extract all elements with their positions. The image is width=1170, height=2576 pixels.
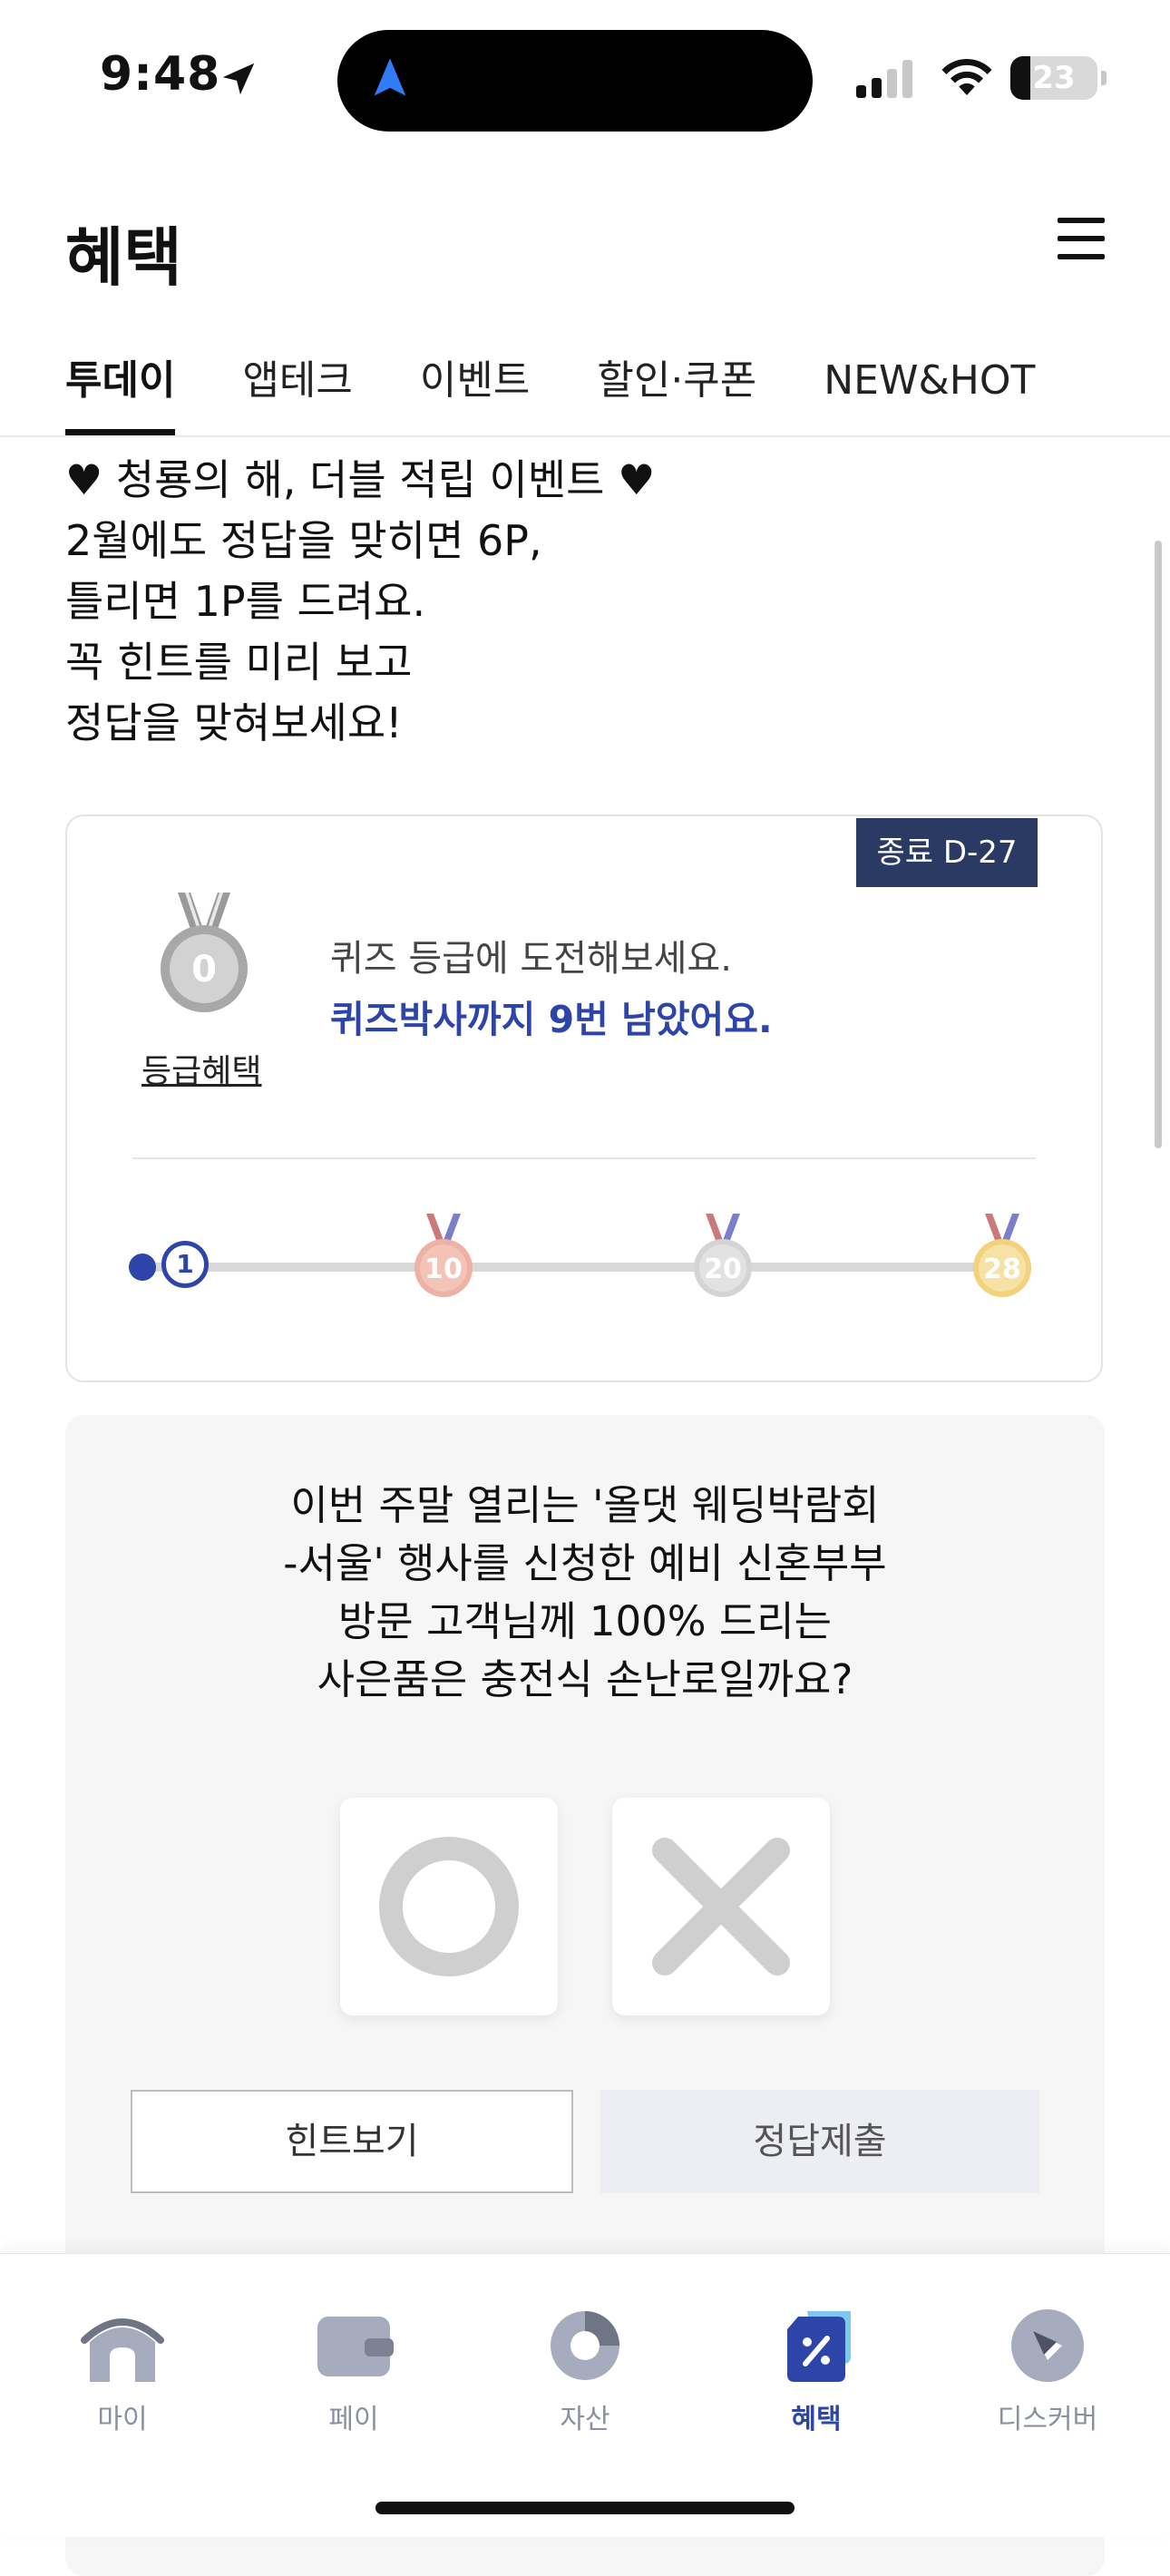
location-arrow-icon <box>222 63 255 95</box>
medal-count: 0 <box>191 949 217 990</box>
question-line: 이번 주말 열리는 '올댓 웨딩박람회 <box>290 1481 880 1529</box>
navigation-arrow-icon <box>374 58 406 96</box>
battery-cap <box>1101 71 1107 85</box>
circle-o-icon <box>379 1837 519 1976</box>
battery-indicator: 23 <box>1010 56 1097 100</box>
nav-assets[interactable]: 자산 <box>494 2304 676 2436</box>
silver-milestone-medal-icon: 20 <box>694 1214 752 1297</box>
intro-line: 틀리면 1P를 드려요. <box>65 577 426 626</box>
dday-badge: 종료 D-27 <box>856 818 1038 887</box>
hamburger-menu-icon[interactable] <box>1058 218 1105 259</box>
grade-benefits-link[interactable]: 등급혜택 <box>141 1045 261 1092</box>
milestone-label: 20 <box>704 1254 742 1285</box>
nav-my[interactable]: 마이 <box>32 2304 213 2436</box>
answer-x-button[interactable] <box>612 1798 830 2015</box>
nav-label: 마이 <box>97 2404 148 2435</box>
answer-o-button[interactable] <box>340 1798 558 2015</box>
intro-line: 정답을 맞혀보세요! <box>65 698 403 747</box>
home-icon <box>81 2318 164 2382</box>
intro-line: 2월에도 정답을 맞히면 6P, <box>65 516 542 565</box>
battery-level: 23 <box>1032 60 1076 96</box>
submit-answer-button[interactable]: 정답제출 <box>600 2090 1039 2193</box>
question-line: -서울' 행사를 신청한 예비 신혼부부 <box>283 1539 887 1587</box>
bronze-medal-icon: 10 <box>414 1214 473 1297</box>
cross-x-icon <box>652 1838 790 1976</box>
nav-label: 디스커버 <box>997 2404 1098 2435</box>
hint-button[interactable]: 힌트보기 <box>131 2090 573 2193</box>
milestone-label: 10 <box>424 1254 463 1285</box>
page-title: 혜택 <box>65 220 182 295</box>
quiz-question: 이번 주말 열리는 '올댓 웨딩박람회 -서울' 행사를 신청한 예비 신혼부부… <box>65 1477 1105 1709</box>
progress-track <box>145 1263 998 1272</box>
card-divider <box>132 1157 1036 1159</box>
grade-challenge-text: 퀴즈 등급에 도전해보세요. <box>330 938 732 980</box>
status-time: 9:48 <box>100 47 221 102</box>
nav-benefits[interactable]: 혜택 <box>726 2304 907 2436</box>
tabs-divider <box>0 435 1170 437</box>
intro-line: 꼭 힌트를 미리 보고 <box>65 638 413 687</box>
cellular-signal-icon <box>856 60 912 98</box>
question-line: 방문 고객님께 100% 드리는 <box>337 1597 833 1645</box>
nav-pay[interactable]: 페이 <box>263 2304 444 2436</box>
compass-icon <box>1011 2309 1084 2382</box>
silver-medal-icon: 0 <box>161 893 248 1012</box>
remaining-count-text: 퀴즈박사까지 9번 남았어요. <box>330 998 773 1041</box>
tab-apptech[interactable]: 앱테크 <box>242 354 352 435</box>
home-indicator <box>375 2502 795 2514</box>
gold-medal-icon: 28 <box>973 1214 1031 1297</box>
wifi-icon <box>941 58 992 95</box>
scroll-indicator[interactable] <box>1155 541 1162 1148</box>
current-step-marker: 1 <box>161 1241 209 1288</box>
event-intro: ♥ 청룡의 해, 더블 적립 이벤트 ♥ 2월에도 정답을 맞히면 6P, 틀리… <box>65 450 655 754</box>
nav-label: 페이 <box>328 2404 379 2435</box>
nav-discover[interactable]: 디스커버 <box>957 2304 1138 2436</box>
progress-start-dot <box>129 1254 156 1281</box>
milestone-label: 28 <box>983 1254 1021 1285</box>
tab-today[interactable]: 투데이 <box>65 354 176 435</box>
benefit-tag-icon <box>787 2311 851 2382</box>
intro-line: ♥ 청룡의 해, 더블 적립 이벤트 ♥ <box>65 455 656 504</box>
tab-new-hot[interactable]: NEW&HOT <box>824 354 1035 435</box>
nav-label: 혜택 <box>791 2404 842 2435</box>
wallet-icon <box>317 2317 394 2376</box>
tab-discount-coupon[interactable]: 할인·쿠폰 <box>597 354 756 435</box>
category-tabs: 투데이 앱테크 이벤트 할인·쿠폰 NEW&HOT <box>65 354 1035 435</box>
question-line: 사은품은 충전식 손난로일까요? <box>317 1655 853 1703</box>
nav-label: 자산 <box>560 2404 610 2435</box>
pie-chart-icon <box>551 2311 619 2380</box>
tab-event[interactable]: 이벤트 <box>420 354 530 435</box>
